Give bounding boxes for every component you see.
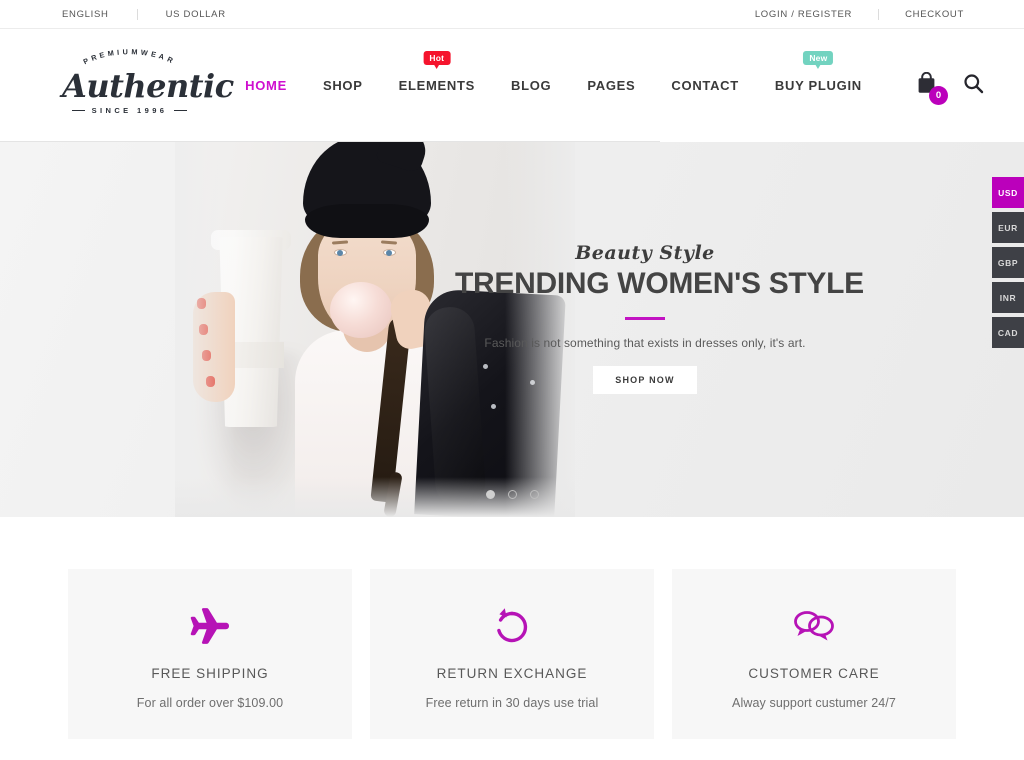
search-icon xyxy=(963,73,984,99)
logo-rule-right xyxy=(174,110,188,112)
main-navigation: HOME SHOP Hot ELEMENTS BLOG PAGES CONTAC… xyxy=(197,51,910,93)
cart-count-badge: 0 xyxy=(929,86,948,105)
nav-label: CONTACT xyxy=(671,78,739,93)
feature-title: CUSTOMER CARE xyxy=(748,666,880,681)
top-bar: ENGLISH US DOLLAR LOGIN / REGISTER CHECK… xyxy=(0,0,1024,29)
currency-option-inr[interactable]: INR xyxy=(992,282,1024,313)
shop-now-button[interactable]: SHOP NOW xyxy=(593,366,697,394)
nav-label: BUY PLUGIN xyxy=(774,78,862,93)
nav-item-buy-plugin[interactable]: New BUY PLUGIN xyxy=(757,51,880,93)
airplane-icon xyxy=(189,604,231,648)
feature-title: RETURN EXCHANGE xyxy=(436,666,588,681)
feature-description: For all order over $109.00 xyxy=(136,696,284,710)
nav-label: HOME xyxy=(245,78,287,93)
hot-badge: Hot xyxy=(423,51,451,69)
currency-option-gbp[interactable]: GBP xyxy=(992,247,1024,278)
nav-item-contact[interactable]: CONTACT xyxy=(653,78,756,93)
hero-accent-rule xyxy=(625,317,665,320)
login-register-link[interactable]: LOGIN / REGISTER xyxy=(755,9,852,20)
search-button[interactable] xyxy=(963,73,984,99)
hero-slider: Beauty Style TRENDING WOMEN'S STYLE Fash… xyxy=(0,142,1024,517)
nav-item-blog[interactable]: BLOG xyxy=(493,78,569,93)
feature-free-shipping: FREE SHIPPING For all order over $109.00 xyxy=(68,569,352,739)
feature-customer-care: CUSTOMER CARE Alway support custumer 24/… xyxy=(672,569,956,739)
currency-option-usd[interactable]: USD xyxy=(992,177,1024,208)
nav-item-shop[interactable]: SHOP xyxy=(305,78,381,93)
header-actions: 0 xyxy=(916,71,984,105)
feature-description: Free return in 30 days use trial xyxy=(425,696,599,710)
currency-option-cad[interactable]: CAD xyxy=(992,317,1024,348)
logo-rule-left xyxy=(71,110,85,112)
feature-return-exchange: RETURN EXCHANGE Free return in 30 days u… xyxy=(370,569,654,739)
new-badge: New xyxy=(803,51,834,69)
logo-since-row: SINCE 1996 xyxy=(62,106,197,115)
features-section: FREE SHIPPING For all order over $109.00… xyxy=(0,517,1024,739)
logo-since-text: SINCE 1996 xyxy=(91,106,168,116)
return-arrow-icon xyxy=(492,604,532,648)
nav-item-elements[interactable]: Hot ELEMENTS xyxy=(381,51,493,93)
feature-title: FREE SHIPPING xyxy=(151,666,269,681)
currency-selector[interactable]: US DOLLAR xyxy=(166,9,226,20)
hero-title: TRENDING WOMEN'S STYLE xyxy=(455,267,864,300)
nav-label: SHOP xyxy=(322,78,363,93)
currency-switcher: USD EUR GBP INR CAD xyxy=(992,177,1024,348)
slider-pagination xyxy=(0,490,1024,499)
svg-text:PREMIUMWEAR: PREMIUMWEAR xyxy=(82,47,178,66)
nav-label: ELEMENTS xyxy=(398,78,475,93)
slider-dot-2[interactable] xyxy=(507,490,517,499)
top-bar-right: LOGIN / REGISTER CHECKOUT xyxy=(755,8,964,20)
nav-item-pages[interactable]: PAGES xyxy=(569,78,653,93)
slider-dot-3[interactable] xyxy=(529,490,539,499)
logo-arc-text: PREMIUMWEAR xyxy=(82,47,174,66)
feature-description: Alway support custumer 24/7 xyxy=(732,696,896,710)
top-bar-left: ENGLISH US DOLLAR xyxy=(62,8,226,20)
site-header: PREMIUMWEAR Authentic SINCE 1996 HOME SH… xyxy=(0,29,1024,142)
language-selector[interactable]: ENGLISH xyxy=(62,9,109,20)
nav-label: PAGES xyxy=(587,78,636,93)
chat-bubbles-icon xyxy=(792,604,836,648)
cart-button[interactable]: 0 xyxy=(916,71,948,105)
currency-option-eur[interactable]: EUR xyxy=(992,212,1024,243)
slider-dot-1[interactable] xyxy=(485,490,495,499)
nav-label: BLOG xyxy=(511,78,552,93)
divider xyxy=(878,8,880,20)
divider xyxy=(136,8,138,20)
nav-item-home[interactable]: HOME xyxy=(227,78,305,93)
hero-script-title: Beauty Style xyxy=(575,242,715,264)
hero-content: Beauty Style TRENDING WOMEN'S STYLE Fash… xyxy=(455,242,864,394)
checkout-link[interactable]: CHECKOUT xyxy=(905,9,964,20)
logo-name: Authentic xyxy=(62,66,234,105)
hero-subtitle: Fashion is not something that exists in … xyxy=(484,336,806,350)
site-logo[interactable]: PREMIUMWEAR Authentic SINCE 1996 xyxy=(62,47,234,115)
